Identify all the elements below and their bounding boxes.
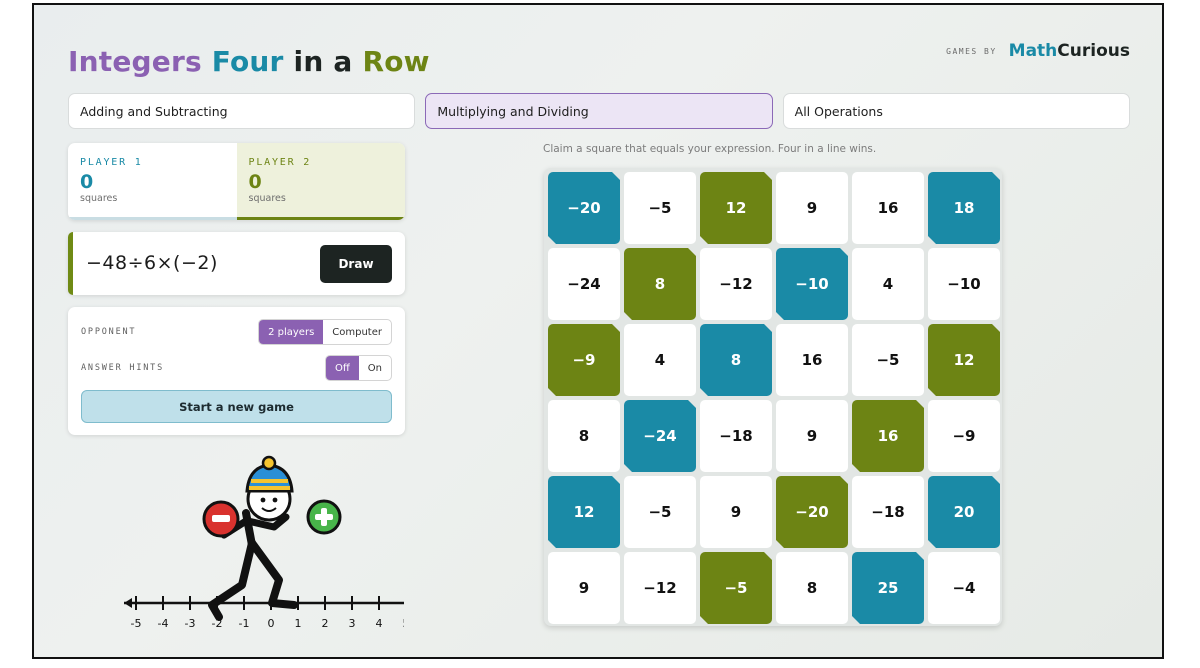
hints-option-on[interactable]: On [359, 356, 391, 380]
answer-hints-toggle: Off On [325, 355, 392, 381]
current-player-accent [68, 232, 73, 295]
board-cell[interactable]: 9 [700, 476, 772, 548]
tab-multiplying-dividing[interactable]: Multiplying and Dividing [425, 93, 773, 129]
board-cell[interactable]: 12 [700, 172, 772, 244]
board-cell[interactable]: −9 [928, 400, 1000, 472]
board-cell[interactable]: −18 [852, 476, 924, 548]
board-cell[interactable]: 8 [624, 248, 696, 320]
player-2-unit: squares [248, 193, 286, 204]
current-expression: −48÷6×(−2) [86, 252, 218, 274]
board-cell[interactable]: −20 [776, 476, 848, 548]
board-cell[interactable]: −5 [700, 552, 772, 624]
brand-name: MathCurious [1009, 41, 1130, 61]
board-cell[interactable]: 9 [776, 172, 848, 244]
number-line-label: 4 [376, 617, 383, 630]
player-2-score: 0 [248, 171, 262, 193]
scoreboard: PLAYER 1 0 squares PLAYER 2 0 squares [68, 143, 405, 220]
board-cell[interactable]: 4 [624, 324, 696, 396]
instruction-text: Claim a square that equals your expressi… [543, 143, 877, 155]
board-cell[interactable]: 18 [928, 172, 1000, 244]
board-cell[interactable]: 8 [548, 400, 620, 472]
games-by-label: GAMES BY [946, 46, 997, 56]
number-line-label: 3 [349, 617, 356, 630]
player-2-turn-bar [236, 217, 405, 220]
board-cell[interactable]: 9 [776, 400, 848, 472]
number-line-label: 0 [268, 617, 275, 630]
number-line-label: 2 [322, 617, 329, 630]
board-cell[interactable]: −9 [548, 324, 620, 396]
player-1-score-panel: PLAYER 1 0 squares [68, 143, 237, 220]
player-2-score-panel: PLAYER 2 0 squares [236, 143, 405, 220]
settings-card: OPPONENT 2 players Computer ANSWER HINTS… [68, 307, 405, 435]
board-cell[interactable]: −12 [700, 248, 772, 320]
brand-name-math: Math [1008, 41, 1058, 61]
number-line-label: -4 [158, 617, 169, 630]
opponent-option-computer[interactable]: Computer [323, 320, 391, 344]
board-cell[interactable]: 16 [852, 172, 924, 244]
number-line-label: -1 [239, 617, 250, 630]
player-1-unit: squares [80, 193, 118, 204]
board-cell[interactable]: −24 [548, 248, 620, 320]
player-1-label: PLAYER 1 [80, 157, 143, 168]
board-cell[interactable]: −12 [624, 552, 696, 624]
number-line: -5 -4 -3 -2 -1 0 1 2 3 4 5 [124, 596, 404, 630]
mode-tabs: Adding and Subtracting Multiplying and D… [68, 93, 1130, 129]
title-word-in-a: in a [293, 45, 353, 78]
board-cell[interactable]: 16 [776, 324, 848, 396]
board-cell[interactable]: 25 [852, 552, 924, 624]
board-cell[interactable]: 12 [548, 476, 620, 548]
number-line-label: -3 [185, 617, 196, 630]
board-cell[interactable]: −5 [852, 324, 924, 396]
brand-name-curious: Curious [1057, 41, 1130, 61]
board-cell[interactable]: −5 [624, 476, 696, 548]
board-cell[interactable]: −10 [776, 248, 848, 320]
board-cell[interactable]: 12 [928, 324, 1000, 396]
beanie-hat-icon [245, 455, 294, 493]
start-new-game-button[interactable]: Start a new game [81, 390, 392, 423]
board-cell[interactable]: 4 [852, 248, 924, 320]
plus-ball-icon [306, 499, 342, 535]
board-cell[interactable]: −4 [928, 552, 1000, 624]
mascot-illustration: -5 -4 -3 -2 -1 0 1 2 3 4 5 [124, 455, 404, 630]
board-cell[interactable]: −18 [700, 400, 772, 472]
number-line-label: -2 [212, 617, 223, 630]
opponent-option-2-players[interactable]: 2 players [259, 320, 324, 344]
minus-ball-icon [202, 500, 240, 538]
board-cell[interactable]: 9 [548, 552, 620, 624]
game-board: −20 −5 12 9 16 18 −24 8 −12 −10 4 −10 −9 4 8 16 −5 12 8 −24… [544, 168, 1002, 626]
expression-card: −48÷6×(−2) Draw [68, 232, 405, 295]
player-1-turn-bar [68, 217, 237, 220]
tab-all-operations[interactable]: All Operations [782, 93, 1130, 129]
number-line-label: 1 [295, 617, 302, 630]
page-title: Integers Four in a Row [68, 45, 430, 78]
title-word-four: Four [211, 45, 284, 78]
board-cell[interactable]: 20 [928, 476, 1000, 548]
player-1-score: 0 [80, 171, 94, 193]
hints-option-off[interactable]: Off [326, 356, 359, 380]
brand-logo[interactable]: GAMES BY MathCurious [946, 41, 1130, 61]
number-line-label: 5 [403, 617, 405, 630]
opponent-row: OPPONENT 2 players Computer [81, 319, 392, 345]
board-cell[interactable]: −24 [624, 400, 696, 472]
board-cell[interactable]: −20 [548, 172, 620, 244]
number-line-label: -5 [131, 617, 142, 630]
answer-hints-label: ANSWER HINTS [81, 363, 165, 373]
board-cell[interactable]: 8 [700, 324, 772, 396]
board-cell[interactable]: 8 [776, 552, 848, 624]
opponent-label: OPPONENT [81, 327, 137, 337]
player-2-label: PLAYER 2 [248, 157, 312, 168]
title-word-integers: Integers [68, 45, 202, 78]
game-frame: Integers Four in a Row GAMES BY MathCuri… [32, 3, 1164, 659]
board-cell[interactable]: 16 [852, 400, 924, 472]
opponent-toggle: 2 players Computer [258, 319, 392, 345]
title-word-row: Row [362, 45, 430, 78]
draw-button[interactable]: Draw [320, 245, 392, 283]
answer-hints-row: ANSWER HINTS Off On [81, 355, 392, 381]
board-cell[interactable]: −10 [928, 248, 1000, 320]
board-cell[interactable]: −5 [624, 172, 696, 244]
tab-adding-subtracting[interactable]: Adding and Subtracting [68, 93, 416, 129]
